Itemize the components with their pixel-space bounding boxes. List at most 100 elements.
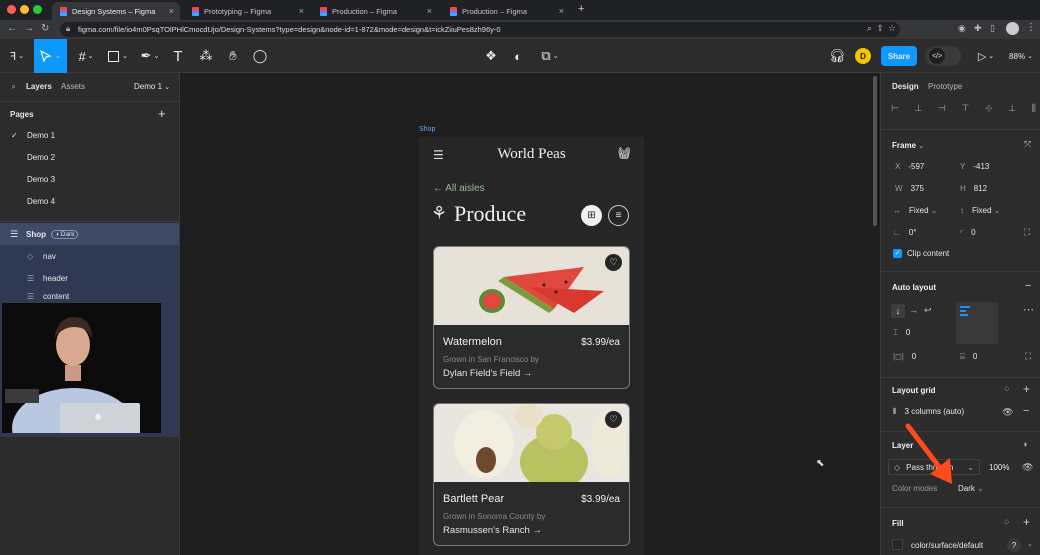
- tab-layers[interactable]: Layers: [26, 82, 52, 91]
- share-button[interactable]: Share: [881, 46, 917, 66]
- eye-visibility-icon[interactable]: 👁︎: [1022, 462, 1033, 473]
- sidebar-toggle-icon[interactable]: ▯: [990, 23, 995, 34]
- clip-content-checkbox[interactable]: ✓ Clip content: [893, 249, 949, 259]
- present-button[interactable]: ▷ ⌄: [975, 39, 997, 73]
- horizontal-padding-field[interactable]: |◻| 0: [893, 352, 916, 361]
- shop-frame[interactable]: ☰ World Peas 🧺︎ ← All aisles ⚘ Produce ⊞…: [419, 137, 644, 555]
- x-field[interactable]: X -597: [895, 162, 924, 171]
- list-view-toggle[interactable]: ≡: [608, 205, 629, 226]
- browser-tab-1[interactable]: Design Systems – Figma ×: [52, 2, 180, 20]
- fill-styles-icon[interactable]: ⁘: [1003, 517, 1011, 528]
- align-bottom-icon[interactable]: ⊥: [1008, 103, 1016, 117]
- vertical-sizing-select[interactable]: ↕ Fixed ⌄: [960, 206, 1001, 215]
- favorite-button[interactable]: ♡: [605, 411, 622, 428]
- wrap-direction-button[interactable]: ↩: [924, 305, 932, 316]
- url-field[interactable]: 🔒︎ figma.com/file/io4m0PsqTOlPHlCmocdUjo…: [60, 22, 900, 37]
- opacity-field[interactable]: 100%: [989, 463, 1009, 472]
- layer-nav[interactable]: ◇ nav: [0, 245, 179, 267]
- back-icon[interactable]: ←: [7, 23, 17, 34]
- item-spacing-field[interactable]: ⌶ 0: [893, 328, 910, 338]
- browser-menu-icon[interactable]: ⋮: [1026, 22, 1036, 33]
- zoom-window-button[interactable]: [33, 5, 42, 14]
- product-card-bartlett-pear[interactable]: ♡ Bartlett Pear $3.99/ea Grown in Sonoma…: [433, 403, 630, 546]
- color-modes-icon[interactable]: ◑: [1022, 439, 1027, 449]
- zoom-menu[interactable]: 88% ⌄: [1005, 39, 1037, 73]
- vertical-direction-button[interactable]: ↓: [891, 304, 905, 318]
- user-avatar[interactable]: D: [854, 39, 872, 73]
- layer-shop[interactable]: ☰ Shop ◑ Dark: [0, 223, 179, 245]
- close-tab-icon[interactable]: ×: [299, 6, 304, 16]
- page-item-demo-3[interactable]: Demo 3: [0, 168, 179, 190]
- add-layout-grid-button[interactable]: +: [1023, 382, 1030, 396]
- vertical-padding-field[interactable]: ⌸ 0: [960, 352, 977, 362]
- resize-to-fit-icon[interactable]: ⤧: [1024, 139, 1031, 150]
- page-item-demo-4[interactable]: Demo 4: [0, 190, 179, 212]
- layout-grid-item[interactable]: ⦀ 3 columns (auto): [893, 407, 964, 417]
- pen-tool-button[interactable]: ✒︎ ⌄: [136, 39, 164, 73]
- profile-avatar[interactable]: [1006, 22, 1019, 35]
- close-tab-icon[interactable]: ×: [169, 6, 174, 16]
- tab-design[interactable]: Design: [892, 82, 919, 91]
- comment-tool-button[interactable]: ◯: [250, 39, 270, 73]
- individual-padding-icon[interactable]: ⛶: [1025, 351, 1031, 362]
- horizontal-direction-button[interactable]: →: [909, 305, 918, 315]
- align-top-icon[interactable]: ⊤: [962, 103, 970, 117]
- y-field[interactable]: Y -413: [960, 162, 989, 171]
- frame-tool-button[interactable]: # ⌄: [72, 39, 100, 73]
- remove-layout-grid-button[interactable]: −: [1023, 405, 1029, 417]
- new-tab-button[interactable]: +: [578, 3, 584, 15]
- canvas-scrollbar[interactable]: [873, 76, 877, 226]
- alignment-grid[interactable]: [956, 302, 998, 344]
- browser-tab-2[interactable]: Prototyping – Figma ×: [184, 2, 310, 20]
- frame-title[interactable]: Frame ⌄: [892, 141, 924, 150]
- page-item-demo-2[interactable]: Demo 2: [0, 146, 179, 168]
- move-tool-button[interactable]: ⌄: [34, 39, 67, 73]
- close-tab-icon[interactable]: ×: [427, 6, 432, 16]
- independent-corners-icon[interactable]: ⛶: [1024, 227, 1030, 238]
- tab-assets[interactable]: Assets: [61, 82, 85, 91]
- grid-styles-icon[interactable]: ⁘: [1003, 384, 1011, 395]
- layer-content[interactable]: ☰ content: [0, 289, 179, 303]
- align-left-icon[interactable]: ⊢: [891, 103, 899, 117]
- frame-label[interactable]: Shop: [419, 126, 435, 133]
- align-center-h-icon[interactable]: ⊥: [915, 103, 923, 117]
- height-field[interactable]: H 812: [960, 184, 987, 193]
- extension-icon[interactable]: ◉: [958, 23, 966, 34]
- remove-auto-layout-button[interactable]: −: [1025, 280, 1031, 292]
- browser-tab-3[interactable]: Production – Figma ×: [312, 2, 438, 20]
- align-center-v-icon[interactable]: ⊹: [985, 103, 993, 117]
- distribute-icon[interactable]: ⫼: [1032, 103, 1036, 117]
- close-window-button[interactable]: [7, 5, 16, 14]
- hand-tool-button[interactable]: ✋︎: [222, 39, 244, 73]
- page-item-demo-1[interactable]: ✓ Demo 1: [0, 124, 179, 146]
- layer-header[interactable]: ☰ header: [0, 267, 179, 289]
- minimize-window-button[interactable]: [20, 5, 29, 14]
- align-right-icon[interactable]: ⊣: [938, 103, 946, 117]
- help-button[interactable]: ?: [1007, 538, 1021, 552]
- browser-tab-4[interactable]: Production – Figma ×: [442, 2, 570, 20]
- basket-icon[interactable]: 🧺︎: [617, 147, 631, 160]
- close-tab-icon[interactable]: ×: [559, 6, 564, 16]
- resources-tool-button[interactable]: ⁂: [196, 39, 216, 73]
- product-card-watermelon[interactable]: ♡ Watermelon $3.99/ea Grown in San Franc…: [433, 246, 630, 389]
- main-menu-button[interactable]: ꟻ ⌄: [4, 39, 30, 73]
- color-mode-select[interactable]: Dark ⌄: [958, 484, 984, 493]
- forward-icon[interactable]: →: [24, 23, 34, 34]
- fill-swatch[interactable]: [892, 539, 903, 550]
- favorite-button[interactable]: ♡: [605, 254, 622, 271]
- shape-tool-button[interactable]: ⌄: [104, 39, 132, 73]
- page-selector[interactable]: Demo 1 ⌄: [134, 82, 170, 91]
- puzzle-extensions-icon[interactable]: ✚: [974, 23, 982, 34]
- add-page-button[interactable]: +: [158, 106, 166, 121]
- horizontal-sizing-select[interactable]: ↔ Fixed ⌄: [893, 206, 938, 215]
- advanced-settings-icon[interactable]: ⋯: [1023, 303, 1034, 316]
- all-aisles-link[interactable]: ← All aisles: [433, 183, 485, 194]
- farm-link[interactable]: Dylan Field's Field →: [443, 368, 532, 379]
- width-field[interactable]: W 375: [895, 184, 924, 193]
- mask-button[interactable]: ◐: [509, 39, 527, 73]
- text-tool-button[interactable]: T: [168, 39, 188, 73]
- eye-visibility-icon[interactable]: 👁︎: [1002, 407, 1013, 418]
- tab-prototype[interactable]: Prototype: [928, 82, 962, 91]
- boolean-button[interactable]: ⧉ ⌄: [536, 39, 564, 73]
- farm-link[interactable]: Rasmussen's Ranch →: [443, 525, 542, 536]
